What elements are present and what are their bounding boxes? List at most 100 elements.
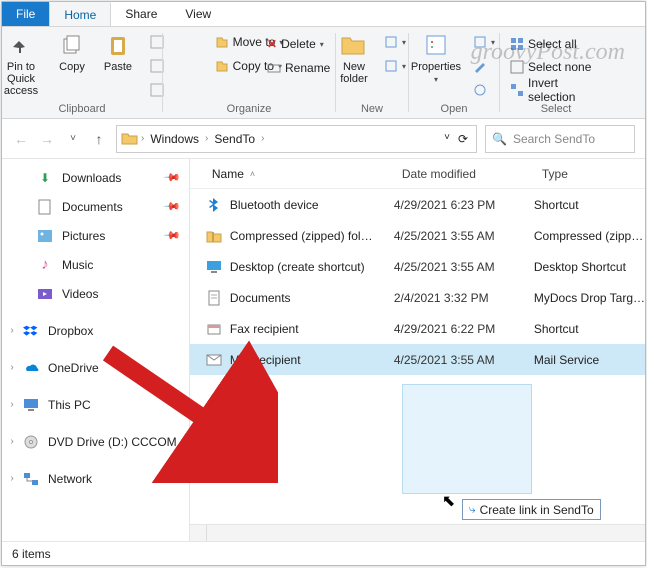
music-icon: ♪: [36, 256, 54, 274]
pin-icon: [5, 31, 37, 59]
copy-button[interactable]: Copy: [52, 31, 92, 73]
paste-icon: [102, 31, 134, 59]
recent-button[interactable]: ˅: [64, 133, 82, 144]
file-row[interactable]: Bluetooth device 4/29/2021 6:23 PM Short…: [190, 189, 645, 220]
ribbon: groovyPost.com Pin to Quick access Copy: [2, 27, 645, 119]
group-clipboard: Pin to Quick access Copy Paste: [2, 27, 162, 118]
file-row[interactable]: Documents 2/4/2021 3:32 PM MyDocs Drop T…: [190, 282, 645, 313]
sidebar-item-downloads[interactable]: ⬇ Downloads📌: [2, 163, 189, 192]
sidebar-item-dropbox[interactable]: › Dropbox: [2, 316, 189, 345]
file-row[interactable]: Compressed (zipped) fol… 4/25/2021 3:55 …: [190, 220, 645, 251]
address-bar[interactable]: › Windows › SendTo › ˅ ⟳: [116, 125, 477, 153]
tab-file[interactable]: File: [2, 2, 49, 26]
horizontal-scrollbar[interactable]: [190, 524, 645, 541]
fax-icon: [204, 319, 224, 339]
crumb-windows[interactable]: Windows: [146, 132, 203, 146]
pin-icon: 📌: [163, 226, 182, 245]
sidebar-item-dvd-drive[interactable]: › DVD Drive (D:) CCCOM: [2, 427, 189, 456]
desktop-icon: [204, 257, 224, 277]
drop-hint-label: ⤷ Create link in SendTo: [462, 499, 601, 520]
col-name[interactable]: Name˄: [212, 167, 402, 181]
folder-icon: [121, 131, 139, 147]
pin-icon: 📌: [163, 197, 182, 216]
link-arrow-icon: ⤷: [469, 502, 476, 517]
select-all-button[interactable]: Select all: [506, 33, 581, 55]
new-item-button[interactable]: ▾: [380, 31, 410, 53]
bluetooth-icon: [204, 195, 224, 215]
search-box[interactable]: 🔍 Search SendTo: [485, 125, 635, 153]
pictures-icon: [36, 227, 54, 245]
sidebar-item-videos[interactable]: Videos: [2, 279, 189, 308]
search-icon: 🔍: [492, 132, 507, 146]
delete-icon: ✕: [267, 37, 277, 51]
forward-button[interactable]: →: [38, 131, 56, 147]
menubar: File Home Share View: [2, 2, 645, 27]
sidebar-item-pictures[interactable]: Pictures📌: [2, 221, 189, 250]
documents-icon: [204, 288, 224, 308]
copy-to-icon: [215, 59, 229, 73]
file-explorer-window: File Home Share View groovyPost.com Pin …: [1, 1, 646, 566]
expand-icon[interactable]: ›: [6, 473, 18, 484]
col-type[interactable]: Type: [542, 167, 645, 181]
group-open: Properties ▾ ▾ Open: [409, 27, 499, 118]
open-button[interactable]: ▾: [469, 31, 499, 53]
network-icon: [22, 470, 40, 488]
properties-icon: [420, 31, 452, 59]
crumb-sendto[interactable]: SendTo: [210, 132, 259, 146]
pin-icon: 📌: [163, 168, 182, 187]
file-list: Name˄ Date modified Type Bluetooth devic…: [190, 159, 645, 541]
tab-view[interactable]: View: [171, 2, 225, 26]
pc-icon: [22, 396, 40, 414]
easy-access-button[interactable]: ▾: [380, 55, 410, 77]
file-row[interactable]: Mail recipient 4/25/2021 3:55 AM Mail Se…: [190, 344, 645, 375]
back-button[interactable]: ←: [12, 131, 30, 147]
group-new: New folder ▾ ▾ New: [336, 27, 408, 118]
tab-home[interactable]: Home: [49, 2, 111, 26]
documents-icon: [36, 198, 54, 216]
expand-icon[interactable]: ›: [6, 436, 18, 447]
status-bar: 6 items: [2, 541, 645, 565]
paste-button[interactable]: Paste: [98, 31, 138, 73]
mail-icon: [204, 350, 224, 370]
explorer-body: ⬇ Downloads📌 Documents📌 Pictures📌 ♪ Musi…: [2, 159, 645, 541]
rename-icon: [267, 61, 281, 75]
expand-icon[interactable]: ›: [6, 399, 18, 410]
up-button[interactable]: ↑: [90, 131, 108, 147]
downloads-icon: ⬇: [36, 169, 54, 187]
group-organize: Move to▾ Copy to▾ ✕ Delete▾ Rename Organ…: [163, 27, 335, 118]
tab-share[interactable]: Share: [111, 2, 171, 26]
history-button[interactable]: [469, 79, 499, 101]
item-count: 6 items: [12, 547, 51, 561]
sidebar-item-network[interactable]: › Network: [2, 464, 189, 493]
sidebar-item-onedrive[interactable]: › OneDrive: [2, 353, 189, 382]
refresh-button[interactable]: ⟳: [458, 132, 468, 146]
sidebar-item-this-pc[interactable]: › This PC: [2, 390, 189, 419]
expand-icon[interactable]: ›: [6, 325, 18, 336]
sidebar-item-music[interactable]: ♪ Music: [2, 250, 189, 279]
videos-icon: [36, 285, 54, 303]
invert-selection-button[interactable]: Invert selection: [506, 79, 606, 101]
onedrive-icon: [22, 359, 40, 377]
delete-button[interactable]: ✕ Delete▾: [263, 33, 328, 55]
file-row[interactable]: Desktop (create shortcut) 4/25/2021 3:55…: [190, 251, 645, 282]
group-select: Select all Select none Invert selection …: [500, 27, 612, 118]
move-icon: [215, 35, 229, 49]
select-none-icon: [510, 60, 524, 74]
zip-icon: [204, 226, 224, 246]
select-none-button[interactable]: Select none: [506, 56, 595, 78]
rename-button[interactable]: Rename: [263, 57, 334, 79]
navbar: ← → ˅ ↑ › Windows › SendTo › ˅ ⟳ 🔍 Searc…: [2, 119, 645, 159]
sidebar-item-documents[interactable]: Documents📌: [2, 192, 189, 221]
navigation-pane[interactable]: ⬇ Downloads📌 Documents📌 Pictures📌 ♪ Musi…: [2, 159, 190, 541]
expand-icon[interactable]: ›: [6, 362, 18, 373]
copy-icon: [56, 31, 88, 59]
file-row[interactable]: Fax recipient 4/29/2021 6:22 PM Shortcut: [190, 313, 645, 344]
dropbox-icon: [22, 322, 40, 340]
new-folder-button[interactable]: New folder: [334, 31, 374, 85]
col-date[interactable]: Date modified: [402, 167, 542, 181]
address-dropdown[interactable]: ˅: [444, 132, 450, 146]
pin-to-quick-access-button[interactable]: Pin to Quick access: [0, 31, 46, 97]
properties-button[interactable]: Properties ▾: [409, 31, 463, 84]
column-headers: Name˄ Date modified Type: [190, 159, 645, 189]
edit-button[interactable]: [469, 55, 499, 77]
